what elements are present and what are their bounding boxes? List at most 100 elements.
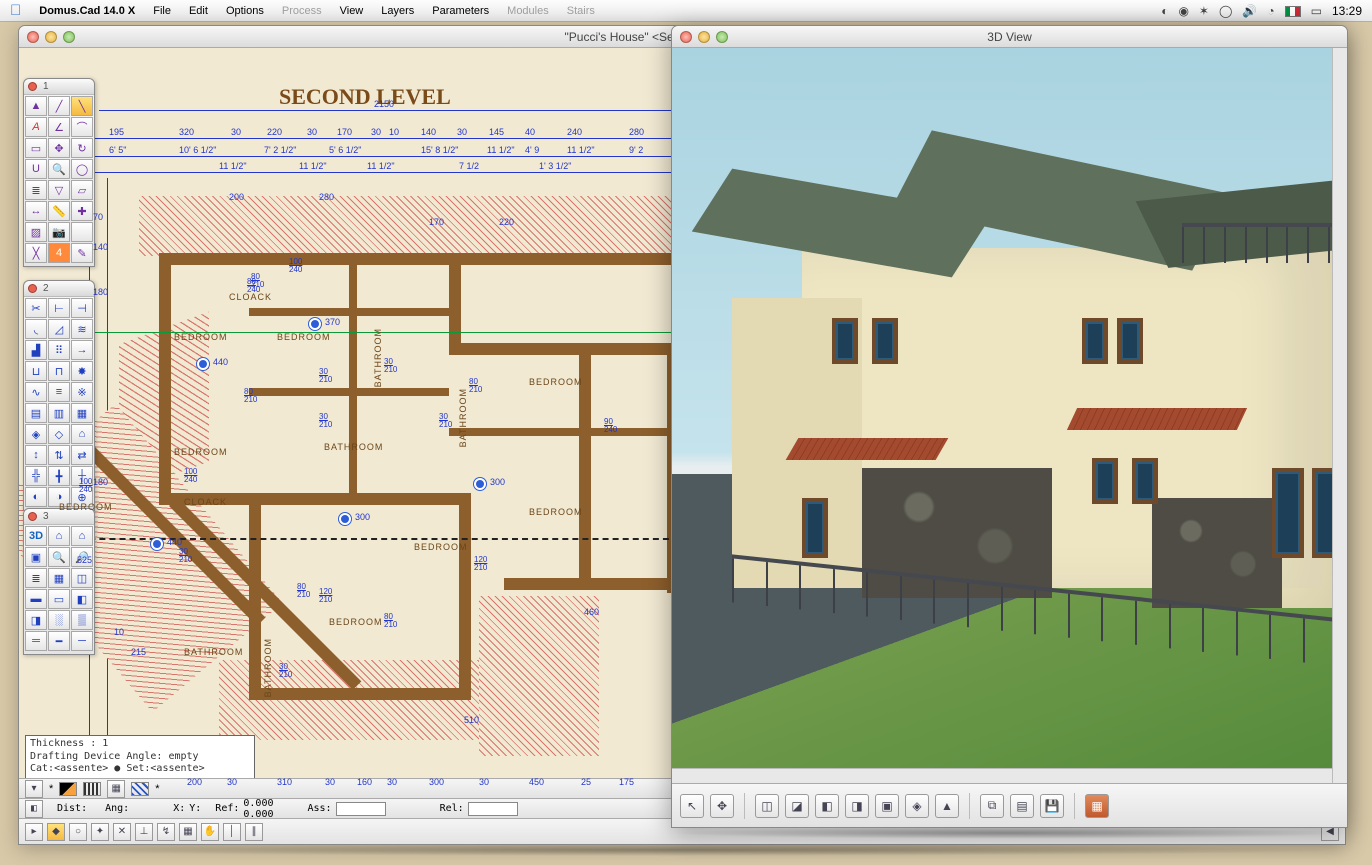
edit-l[interactable]: ⇄ [71, 445, 93, 465]
tool-dim[interactable]: ↔ [25, 201, 47, 221]
menubar-clock[interactable]: 13:29 [1332, 4, 1362, 18]
tool-rect[interactable]: ▭ [25, 138, 47, 158]
tool-arc[interactable]: ⌒ [71, 117, 93, 137]
tool-magnet[interactable]: U [25, 159, 47, 179]
view3d-minimize-button[interactable] [698, 31, 710, 43]
ass-field[interactable] [336, 802, 386, 816]
view-c[interactable]: ◧ [71, 589, 93, 609]
edit-g[interactable]: ◈ [25, 424, 47, 444]
view3d-tool-front[interactable]: ◫ [755, 794, 779, 818]
app-menu[interactable]: Domus.Cad 14.0 X [39, 5, 135, 17]
window-close-button[interactable] [27, 31, 39, 43]
menu-view[interactable]: View [340, 5, 364, 17]
tool-marker[interactable]: ✎ [71, 243, 93, 263]
menubar-volume-icon[interactable]: 🔊 [1242, 4, 1257, 18]
view3d-tool-pointer[interactable]: ↖ [680, 794, 704, 818]
edit-offset[interactable]: ≋ [71, 319, 93, 339]
menubar-display-icon[interactable]: ▭ [1311, 4, 1322, 18]
edit-n[interactable]: ╋ [48, 466, 70, 486]
view-i[interactable]: ─ [71, 631, 93, 651]
view-3d[interactable]: 3D [25, 526, 47, 546]
edit-e[interactable]: ▥ [48, 403, 70, 423]
edit-explode[interactable]: ✸ [71, 361, 93, 381]
snap-tangent[interactable]: ↯ [157, 823, 175, 841]
view3d-zoom-button[interactable] [716, 31, 728, 43]
hatch-swatch[interactable] [131, 782, 149, 796]
view-houseb[interactable]: ⌂ [71, 526, 93, 546]
edit-h[interactable]: ◇ [48, 424, 70, 444]
snap-pan[interactable]: ✋ [201, 823, 219, 841]
tool-polyline[interactable]: ∠ [48, 117, 70, 137]
menu-edit[interactable]: Edit [189, 5, 208, 17]
tool-stairs[interactable]: ≣ [25, 180, 47, 200]
tool-blank[interactable] [71, 222, 93, 242]
view3d-tool-left[interactable]: ◧ [815, 794, 839, 818]
menubar-sync-icon[interactable]: ✶ [1199, 4, 1209, 18]
window-minimize-button[interactable] [45, 31, 57, 43]
tool-palette-3[interactable]: 3 3D⌂⌂ ▣🔍🔎 ≣▦◫ ▬▭◧ ◨░▒ ═━─ [23, 508, 95, 655]
tool-roof[interactable]: ▽ [48, 180, 70, 200]
rel-field[interactable] [468, 802, 518, 816]
snap-parallel[interactable]: ∥ [245, 823, 263, 841]
view3d-tool-right[interactable]: ◨ [845, 794, 869, 818]
edit-k[interactable]: ⇅ [48, 445, 70, 465]
tool-camera[interactable]: 📷 [48, 222, 70, 242]
tool-line-active[interactable]: ╲ [71, 96, 93, 116]
edit-array[interactable]: ⠿ [48, 340, 70, 360]
edit-chamfer[interactable]: ◿ [48, 319, 70, 339]
edit-trim[interactable]: ⊢ [48, 298, 70, 318]
edit-b[interactable]: ≡ [48, 382, 70, 402]
snap-perp[interactable]: ⊥ [135, 823, 153, 841]
node-marker[interactable] [474, 478, 486, 490]
menubar-input-flag-icon[interactable] [1285, 6, 1301, 17]
fill-swatch[interactable] [59, 782, 77, 796]
edit-mirror[interactable]: ▟ [25, 340, 47, 360]
snap-endpoint[interactable]: ◆ [47, 823, 65, 841]
tool-slab[interactable]: ▱ [71, 180, 93, 200]
coord-mode-icon[interactable]: ◧ [25, 800, 43, 818]
view-d[interactable]: ◨ [25, 610, 47, 630]
palette1-close[interactable] [28, 82, 37, 91]
menu-file[interactable]: File [153, 5, 171, 17]
tool-circle[interactable]: ◯ [71, 159, 93, 179]
edit-i[interactable]: ⌂ [71, 424, 93, 444]
edit-extend[interactable]: ⊣ [71, 298, 93, 318]
tool-rotate[interactable]: ↻ [71, 138, 93, 158]
node-marker[interactable] [197, 358, 209, 370]
node-marker[interactable] [339, 513, 351, 525]
view3d-tool-copy[interactable]: ⧉ [980, 794, 1004, 818]
tool-pointer[interactable]: ▲ [25, 96, 47, 116]
view-ortho[interactable]: ◫ [71, 568, 93, 588]
snap-center[interactable]: ✦ [91, 823, 109, 841]
edit-cut[interactable]: ✂ [25, 298, 47, 318]
attr-grid-icon[interactable]: ▦ [107, 780, 125, 798]
menu-options[interactable]: Options [226, 5, 264, 17]
snap-midpoint[interactable]: ○ [69, 823, 87, 841]
view-zoomall[interactable]: ▣ [25, 547, 47, 567]
view3d-tool-save[interactable]: 💾 [1040, 794, 1064, 818]
tool-zoom[interactable]: 🔍 [48, 159, 70, 179]
view-f[interactable]: ▒ [71, 610, 93, 630]
snap-grid[interactable]: ▦ [179, 823, 197, 841]
view-house[interactable]: ⌂ [48, 526, 70, 546]
view-zoomin[interactable]: 🔍 [48, 547, 70, 567]
tool-hatch[interactable]: ▨ [25, 222, 47, 242]
edit-break[interactable]: ⊓ [48, 361, 70, 381]
view3d-tool-layer[interactable]: ▤ [1010, 794, 1034, 818]
view3d-titlebar[interactable]: 3D View [672, 26, 1347, 48]
edit-p[interactable]: ◐ [25, 487, 47, 507]
view-a[interactable]: ▬ [25, 589, 47, 609]
menubar-extra-icon[interactable]: ◐ [1161, 4, 1168, 18]
node-marker[interactable] [309, 318, 321, 330]
view-b[interactable]: ▭ [48, 589, 70, 609]
view3d-canvas[interactable] [672, 48, 1347, 783]
view3d-tool-persp[interactable]: ▲ [935, 794, 959, 818]
apple-menu-icon[interactable]:  [10, 2, 21, 19]
view3d-scrollbar-v[interactable] [1332, 48, 1347, 783]
window-zoom-button[interactable] [63, 31, 75, 43]
snap-line[interactable]: │ [223, 823, 241, 841]
tool-move[interactable]: ✥ [48, 138, 70, 158]
edit-a[interactable]: ∿ [25, 382, 47, 402]
view3d-tool-back[interactable]: ◪ [785, 794, 809, 818]
snap-intersect[interactable]: ✕ [113, 823, 131, 841]
